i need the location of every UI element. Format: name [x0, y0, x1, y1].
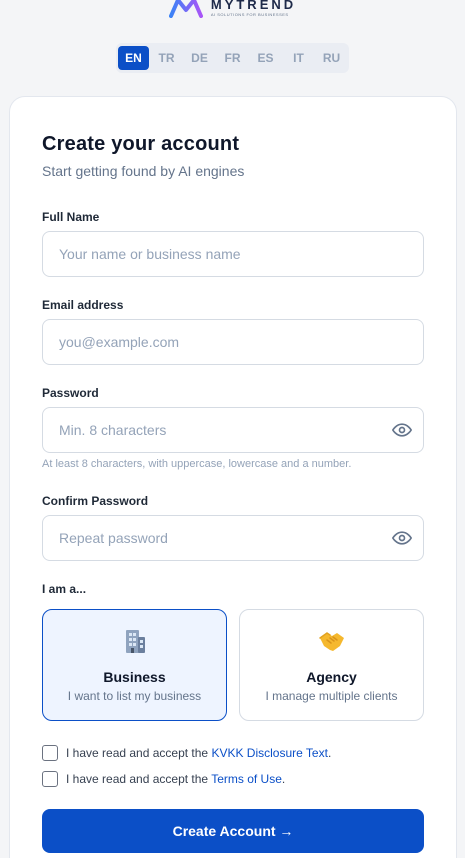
- terms-of-use-link[interactable]: Terms of Use: [211, 772, 282, 786]
- page-title: Create your account: [42, 133, 240, 155]
- lang-es[interactable]: ES: [250, 46, 281, 70]
- lang-fr[interactable]: FR: [217, 46, 248, 70]
- password-input[interactable]: [42, 407, 424, 453]
- kvkk-disclosure-link[interactable]: KVKK Disclosure Text: [211, 746, 328, 760]
- full-name-input[interactable]: [42, 231, 424, 277]
- consent-prefix: I have read and accept the: [66, 746, 212, 760]
- email-input[interactable]: [42, 319, 424, 365]
- confirm-password-input[interactable]: [42, 515, 424, 561]
- terms-checkbox[interactable]: [42, 771, 58, 787]
- password-label: Password: [42, 386, 99, 400]
- email-label: Email address: [42, 298, 124, 312]
- role-title: Agency: [306, 669, 357, 685]
- confirm-password-label: Confirm Password: [42, 494, 149, 508]
- logo-mark-icon: [168, 0, 203, 18]
- role-option-agency[interactable]: Agency I manage multiple clients: [239, 609, 424, 721]
- building-icon: [125, 630, 145, 653]
- role-description: I manage multiple clients: [265, 689, 398, 703]
- consent-suffix: .: [281, 772, 286, 786]
- page-subtitle: Start getting found by AI engines: [42, 163, 245, 179]
- consent-suffix: .: [327, 746, 332, 760]
- kvkk-consent-row: I have read and accept the KVKK Disclosu…: [42, 745, 331, 761]
- brand-tagline: AI SOLUTIONS FOR BUSINESSES: [210, 11, 289, 17]
- kvkk-checkbox[interactable]: [42, 745, 58, 761]
- language-switcher: EN TR DE FR ES IT RU: [116, 43, 349, 73]
- role-option-business[interactable]: Business I want to list my business: [42, 609, 227, 721]
- role-label: I am a...: [42, 582, 87, 596]
- consent-prefix: I have read and accept the: [66, 772, 212, 786]
- create-account-button[interactable]: Create Account →: [42, 809, 424, 853]
- lang-de[interactable]: DE: [184, 46, 215, 70]
- role-title: Business: [103, 669, 166, 685]
- full-name-label: Full Name: [42, 210, 100, 224]
- lang-en[interactable]: EN: [118, 46, 149, 70]
- brand-logo: MYTREND AI SOLUTIONS FOR BUSINESSES: [0, 0, 465, 20]
- role-description: I want to list my business: [67, 689, 202, 703]
- lang-it[interactable]: IT: [283, 46, 314, 70]
- eye-icon[interactable]: [392, 528, 412, 548]
- password-hint: At least 8 characters, with uppercase, l…: [42, 458, 352, 470]
- lang-ru[interactable]: RU: [316, 46, 347, 70]
- lang-tr[interactable]: TR: [151, 46, 182, 70]
- terms-consent-row: I have read and accept the Terms of Use.: [42, 771, 285, 787]
- eye-icon[interactable]: [392, 420, 412, 440]
- handshake-icon: [318, 632, 344, 651]
- brand-name: MYTREND: [210, 0, 297, 12]
